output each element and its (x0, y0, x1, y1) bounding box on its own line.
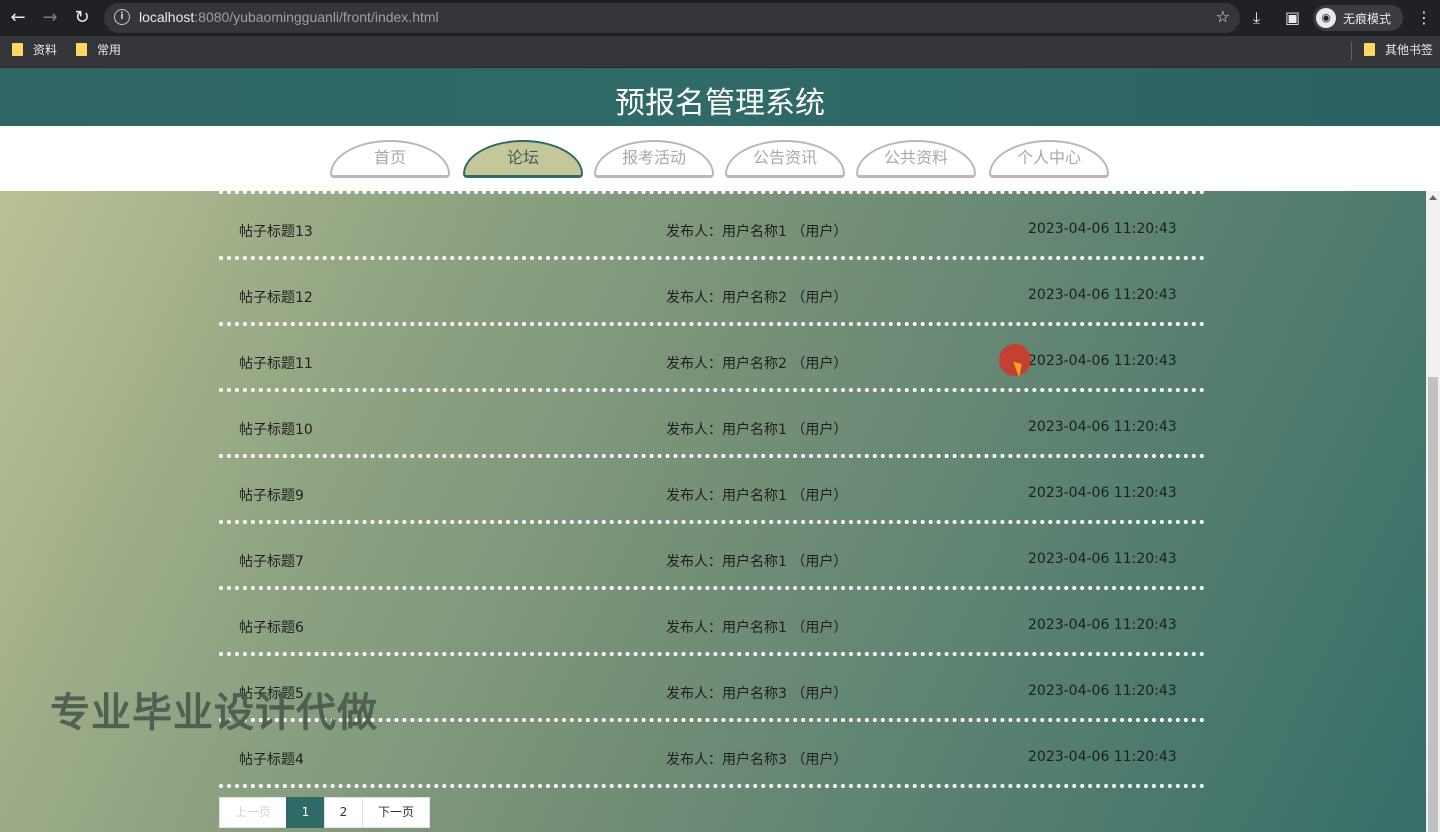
list-item[interactable]: 帖子标题9 发布人：用户名称1 （用户） 2023-04-06 11:20:43 (219, 459, 1205, 520)
post-title[interactable]: 帖子标题9 (239, 485, 304, 505)
incognito-badge[interactable]: ◉ 无痕模式 (1313, 5, 1403, 31)
post-author: 发布人：用户名称1 （用户） (666, 422, 848, 438)
post-author: 发布人：用户名称1 （用户） (666, 620, 848, 636)
post-date: 2023-04-06 11:20:43 (1028, 419, 1177, 435)
page-2-button[interactable]: 2 (324, 797, 363, 828)
forward-arrow-icon[interactable]: → (38, 6, 62, 30)
nav-tab-personal-center[interactable]: 个人中心 (989, 140, 1109, 178)
list-item[interactable]: 帖子标题12 发布人：用户名称2 （用户） 2023-04-06 11:20:4… (219, 261, 1205, 322)
list-item[interactable]: 帖子标题13 发布人：用户名称1 （用户） 2023-04-06 11:20:4… (219, 195, 1205, 256)
url-host: localhost (139, 9, 195, 25)
other-bookmarks[interactable]: 其他书签 (1364, 43, 1433, 61)
prev-page-button[interactable]: 上一页 (219, 797, 287, 828)
next-page-button[interactable]: 下一页 (362, 797, 430, 828)
folder-icon (1364, 43, 1375, 56)
nav-tab-home[interactable]: 首页 (330, 140, 450, 178)
bookmark-folder-changyong[interactable]: 常用 (76, 43, 121, 61)
bookmark-label: 资料 (33, 43, 58, 57)
post-date: 2023-04-06 11:20:43 (1028, 617, 1177, 633)
incognito-icon: ◉ (1316, 8, 1336, 28)
nav-tab-forum[interactable]: 论坛 (463, 140, 583, 178)
post-title[interactable]: 帖子标题7 (239, 551, 304, 571)
watermark-text: 专业毕业设计代做 (50, 690, 378, 736)
post-date: 2023-04-06 11:20:43 (1028, 353, 1177, 369)
url-path: :8080/yubaomingguanli/front/index.html (194, 9, 439, 25)
site-title: 预报名管理系统 (615, 86, 825, 121)
post-date: 2023-04-06 11:20:43 (1028, 287, 1177, 303)
post-author: 发布人：用户名称1 （用户） (666, 554, 848, 570)
menu-kebab-icon[interactable]: ⋮ (1416, 6, 1432, 30)
post-author: 发布人：用户名称1 （用户） (666, 224, 848, 240)
list-item[interactable]: 帖子标题11 发布人：用户名称2 （用户） 2023-04-06 11:20:4… (219, 327, 1205, 388)
incognito-label: 无痕模式 (1343, 12, 1392, 26)
post-title[interactable]: 帖子标题6 (239, 617, 304, 637)
pagination: 上一页 1 2 下一页 (219, 797, 430, 828)
scrollbar-thumb[interactable] (1428, 377, 1438, 832)
row-divider (219, 784, 1205, 789)
post-author: 发布人：用户名称2 （用户） (666, 290, 848, 306)
page-scrollbar[interactable] (1426, 191, 1440, 832)
post-date: 2023-04-06 11:20:43 (1028, 221, 1177, 237)
other-bookmarks-label: 其他书签 (1385, 43, 1434, 57)
nav-tab-announcements[interactable]: 公告资讯 (725, 140, 845, 178)
bookmark-star-icon[interactable]: ☆ (1216, 7, 1230, 26)
post-date: 2023-04-06 11:20:43 (1028, 683, 1177, 699)
bookmarks-bar: 资料 常用 其他书签 (0, 36, 1440, 68)
bookmark-label: 常用 (97, 43, 122, 57)
post-title[interactable]: 帖子标题12 (239, 287, 313, 307)
post-title[interactable]: 帖子标题11 (239, 353, 313, 373)
list-item[interactable]: 帖子标题6 发布人：用户名称1 （用户） 2023-04-06 11:20:43 (219, 591, 1205, 652)
site-info-icon[interactable]: i (114, 9, 130, 25)
download-icon[interactable]: ⤓ (1253, 6, 1260, 30)
post-date: 2023-04-06 11:20:43 (1028, 485, 1177, 501)
post-author: 发布人：用户名称3 （用户） (666, 686, 848, 702)
browser-toolbar: ← → ↻ i localhost:8080/yubaomingguanli/f… (0, 0, 1440, 36)
post-title[interactable]: 帖子标题10 (239, 419, 313, 439)
nav-tab-exam-activities[interactable]: 报考活动 (594, 140, 714, 178)
back-arrow-icon[interactable]: ← (6, 6, 30, 30)
post-author: 发布人：用户名称1 （用户） (666, 488, 848, 504)
post-title[interactable]: 帖子标题4 (239, 749, 304, 769)
bookmark-folder-ziliao[interactable]: 资料 (12, 43, 57, 61)
site-header: 预报名管理系统 (0, 68, 1440, 126)
post-title[interactable]: 帖子标题13 (239, 221, 313, 241)
bookmarks-divider (1351, 42, 1352, 60)
page-body: 预报名管理系统 首页 论坛 报考活动 公告资讯 公共资料 个人中心 帖子标题13… (0, 68, 1440, 832)
nav-tab-public-materials[interactable]: 公共资料 (856, 140, 976, 178)
post-date: 2023-04-06 11:20:43 (1028, 551, 1177, 567)
scroll-up-arrow-icon[interactable] (1429, 195, 1437, 200)
side-panel-icon[interactable]: ▣ (1285, 6, 1300, 30)
folder-icon (76, 43, 87, 56)
list-item[interactable]: 帖子标题7 发布人：用户名称1 （用户） 2023-04-06 11:20:43 (219, 525, 1205, 586)
main-nav: 首页 论坛 报考活动 公告资讯 公共资料 个人中心 (0, 126, 1440, 191)
post-author: 发布人：用户名称2 （用户） (666, 356, 848, 372)
url-text[interactable]: localhost:8080/yubaomingguanli/front/ind… (139, 9, 439, 25)
reload-icon[interactable]: ↻ (70, 6, 94, 30)
post-author: 发布人：用户名称3 （用户） (666, 752, 848, 768)
page-1-button[interactable]: 1 (286, 797, 325, 828)
folder-icon (12, 43, 23, 56)
post-date: 2023-04-06 11:20:43 (1028, 749, 1177, 765)
list-item[interactable]: 帖子标题10 发布人：用户名称1 （用户） 2023-04-06 11:20:4… (219, 393, 1205, 454)
address-bar[interactable]: i localhost:8080/yubaomingguanli/front/i… (104, 3, 1240, 33)
